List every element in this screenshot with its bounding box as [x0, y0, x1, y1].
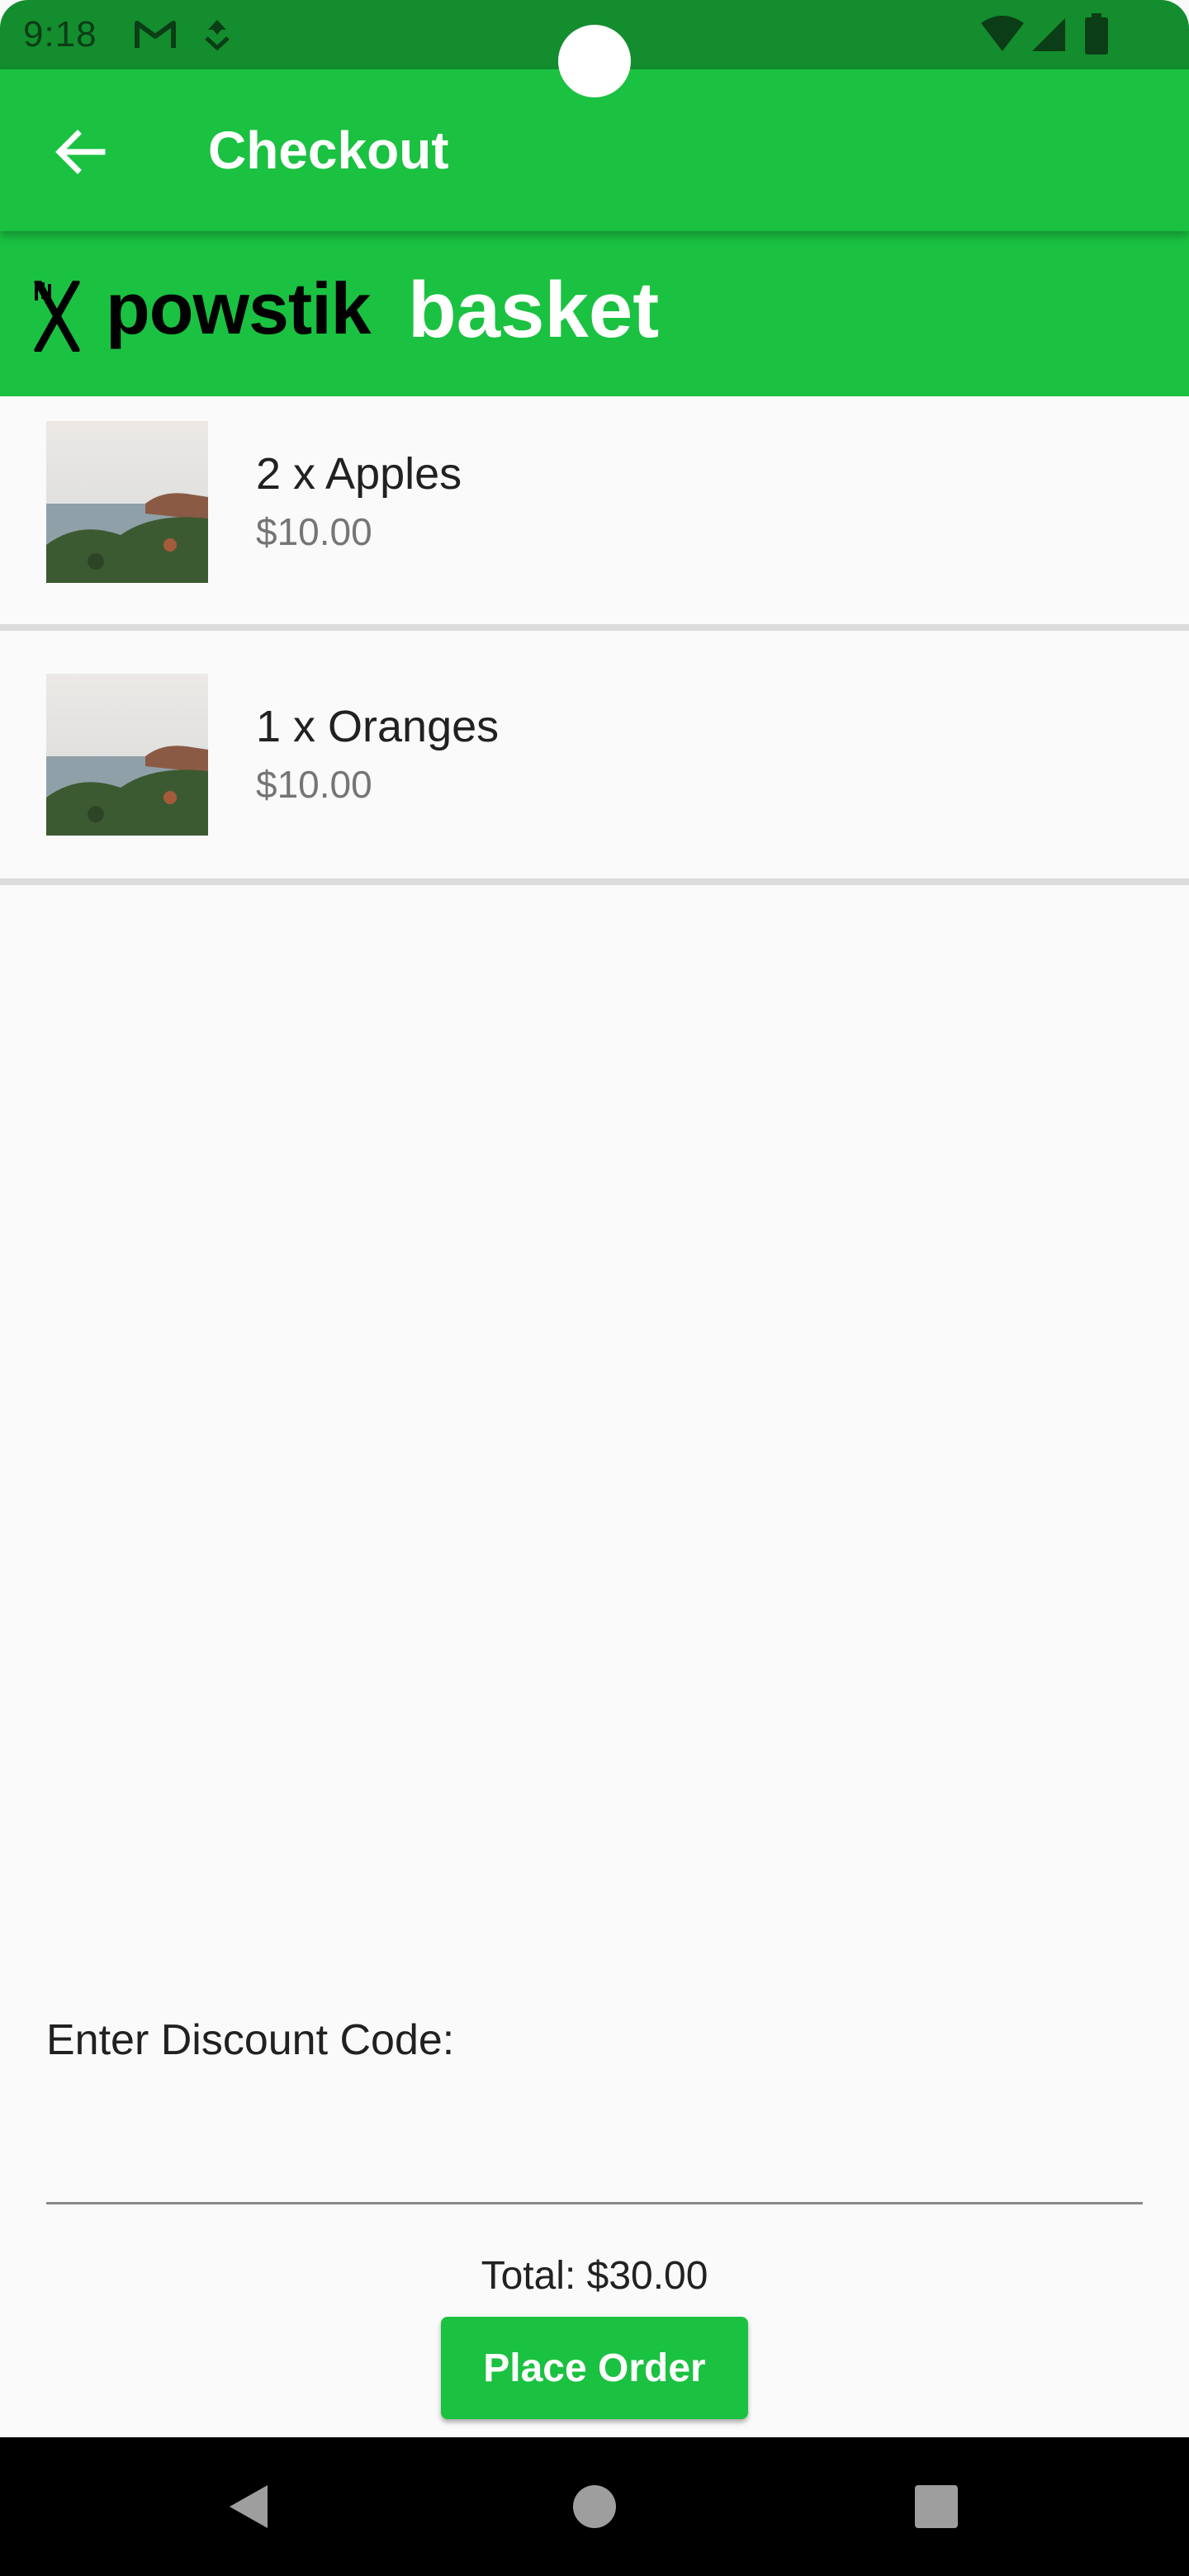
landscape-photo-image [46, 674, 208, 836]
item-price: $10.00 [256, 510, 372, 553]
system-nav-bar [0, 2437, 1189, 2576]
gmail-icon [135, 21, 176, 48]
item-thumbnail [46, 421, 208, 583]
item-price: $10.00 [256, 763, 372, 806]
arrow-back-icon [55, 130, 106, 174]
wifi-icon [981, 16, 1024, 51]
discount-label: Enter Discount Code: [46, 2016, 455, 2064]
basket-item[interactable]: 2 x Apples $10.00 [0, 396, 1189, 644]
status-time: 9:18 [23, 14, 97, 54]
page-title: Checkout [208, 121, 449, 180]
discount-code-input[interactable] [46, 2114, 1143, 2204]
battery-icon [1085, 13, 1108, 54]
camera-cutout [558, 25, 631, 97]
recents-square-icon[interactable] [897, 2467, 976, 2546]
order-total: Total: $30.00 [481, 2254, 708, 2298]
back-triangle-icon[interactable] [208, 2467, 287, 2546]
brand-name: powstik [106, 268, 372, 349]
item-title: 1 x Oranges [256, 702, 500, 751]
item-title: 2 x Apples [256, 449, 462, 499]
item-thumbnail [46, 674, 208, 836]
download-icon [205, 20, 230, 51]
landscape-photo-image [46, 421, 208, 583]
divider [0, 624, 1189, 631]
brand-banner: powstik basket [0, 231, 1189, 396]
place-order-button[interactable]: Place Order [441, 2317, 748, 2419]
brand-tagline: basket [408, 266, 660, 354]
fork-knife-icon [34, 281, 80, 352]
home-circle-icon[interactable] [555, 2467, 634, 2546]
basket-item[interactable]: 1 x Oranges $10.00 [0, 631, 1189, 878]
signal-icon [1032, 18, 1065, 51]
back-button[interactable] [41, 112, 121, 192]
divider [0, 878, 1189, 885]
